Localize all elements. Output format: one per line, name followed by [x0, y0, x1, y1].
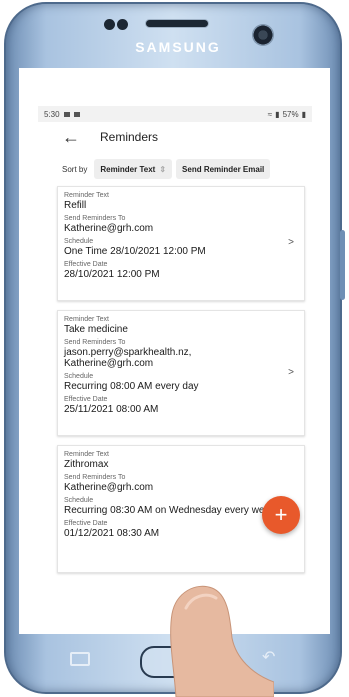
battery-level: 57% — [282, 109, 299, 119]
page-title: Reminders — [100, 130, 159, 144]
reminder-field: Send Reminders To jason.perry@sparkhealt… — [64, 338, 298, 369]
sort-arrows-icon: ⇕ — [159, 164, 167, 174]
field-value: 25/11/2021 08:00 AM — [64, 404, 159, 415]
reminder-field: Reminder Text Take medicine — [64, 315, 298, 335]
battery-icon: ▮ — [301, 109, 306, 119]
app-bar: ← Reminders — [62, 126, 158, 148]
reminder-field: Send Reminders To Katherine@grh.com — [64, 473, 298, 493]
field-value: jason.perry@sparkhealth.nz, Katherine@gr… — [64, 347, 192, 369]
notification-icon — [63, 111, 70, 117]
field-label: Reminder Text — [64, 451, 110, 458]
signal-strength-icon: ▮ — [275, 109, 280, 119]
field-label: Schedule — [64, 497, 94, 504]
sort-chip-label: Reminder Text — [100, 164, 156, 174]
field-value: Katherine@grh.com — [64, 223, 154, 234]
field-label: Effective Date — [64, 396, 108, 403]
field-label: Reminder Text — [64, 192, 110, 199]
sensor-dots — [104, 17, 130, 30]
sort-label: Sort by — [62, 164, 88, 174]
wifi-signal-icon: ≈ — [267, 109, 273, 119]
status-bar: 5:30 ≈ ▮ 57% ▮ — [38, 106, 312, 122]
field-value: Recurring 08:30 AM on Wednesday every we… — [64, 505, 276, 516]
field-label: Reminder Text — [64, 316, 110, 323]
reminder-field: Reminder Text Refill — [64, 191, 298, 211]
chevron-right-icon: > — [288, 237, 294, 248]
status-time: 5:30 — [44, 109, 60, 119]
field-value: Refill — [64, 200, 87, 211]
field-label: Schedule — [64, 238, 94, 245]
field-label: Send Reminders To — [64, 339, 126, 346]
field-value: Recurring 08:00 AM every day — [64, 381, 199, 392]
earpiece-speaker — [145, 19, 209, 28]
sort-chip-reminder-text[interactable]: Reminder Text ⇕ — [94, 159, 173, 179]
plus-icon: + — [274, 502, 288, 527]
field-value: 28/10/2021 12:00 PM — [64, 269, 160, 280]
field-label: Send Reminders To — [64, 474, 126, 481]
reminder-field: Schedule One Time 28/10/2021 12:00 PM — [64, 237, 298, 257]
field-value: Zithromax — [64, 459, 109, 470]
field-label: Schedule — [64, 373, 94, 380]
field-value: Katherine@grh.com — [64, 482, 154, 493]
back-arrow-icon[interactable]: ← — [62, 128, 86, 146]
side-button — [340, 230, 345, 300]
sort-chip-label: Send Reminder Email — [182, 164, 265, 174]
reminder-field: Send Reminders To Katherine@grh.com — [64, 214, 298, 234]
front-camera-icon — [252, 24, 274, 46]
add-reminder-button[interactable]: + — [262, 496, 300, 534]
reminder-field: Effective Date 28/10/2021 12:00 PM — [64, 260, 298, 280]
reminder-card[interactable]: Reminder Text Take medicine Send Reminde… — [57, 310, 305, 436]
chevron-right-icon: > — [288, 367, 294, 378]
reminder-field: Effective Date 25/11/2021 08:00 AM — [64, 395, 298, 415]
reminder-field: Reminder Text Zithromax — [64, 450, 298, 470]
device-brand: SAMSUNG — [135, 39, 221, 55]
notification-icon-2 — [73, 111, 80, 117]
sort-chip-send-reminder-email[interactable]: Send Reminder Email — [176, 159, 271, 179]
finger-image — [170, 585, 274, 697]
sort-bar: Sort by Reminder Text ⇕ Send Reminder Em… — [62, 158, 312, 180]
field-value: Take medicine — [64, 324, 128, 335]
field-value: One Time 28/10/2021 12:00 PM — [64, 246, 206, 257]
field-label: Send Reminders To — [64, 215, 126, 222]
field-value: 01/12/2021 08:30 AM — [64, 528, 160, 539]
recent-apps-icon[interactable] — [70, 652, 90, 666]
reminder-card[interactable]: Reminder Text Refill Send Reminders To K… — [57, 186, 305, 301]
reminder-field: Schedule Recurring 08:00 AM every day — [64, 372, 298, 392]
field-label: Effective Date — [64, 261, 108, 268]
